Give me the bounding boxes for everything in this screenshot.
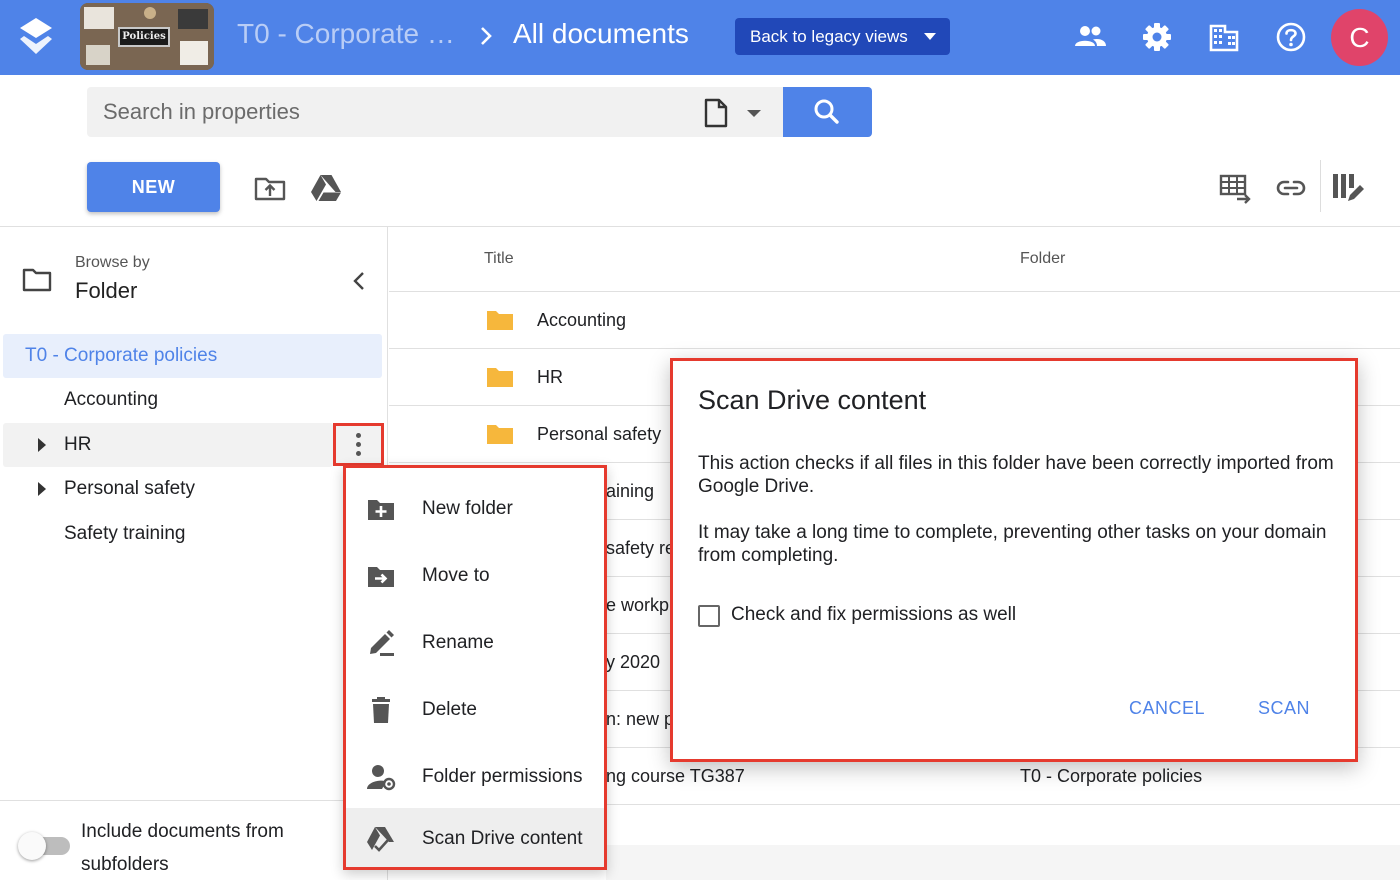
row-title[interactable]: safety re (606, 538, 675, 559)
row-title[interactable]: ng course TG387 (606, 766, 745, 787)
row-title[interactable]: HR (537, 367, 563, 388)
drive-scan-icon (367, 827, 394, 852)
column-header-title[interactable]: Title (484, 250, 514, 268)
sidebar-footer-line (0, 800, 343, 801)
sidebar-item-label: HR (64, 434, 92, 455)
row-title[interactable]: n: new p (606, 709, 674, 730)
more-vert-icon (356, 433, 361, 438)
document-icon[interactable] (703, 98, 729, 128)
scan-drive-dialog: Scan Drive content This action checks if… (670, 358, 1358, 762)
dialog-paragraph-1: This action checks if all files in this … (698, 453, 1334, 497)
user-avatar[interactable]: C (1331, 9, 1388, 66)
column-header-folder[interactable]: Folder (1020, 250, 1065, 268)
search-button[interactable] (783, 87, 872, 137)
more-options-button[interactable] (333, 423, 384, 466)
row-title[interactable]: Accounting (537, 310, 626, 331)
help-icon[interactable] (1274, 20, 1308, 54)
page-title: All documents (513, 18, 689, 49)
sidebar-item-accounting[interactable]: Accounting (3, 378, 382, 422)
link-icon[interactable] (1274, 171, 1308, 205)
people-icon[interactable] (1073, 20, 1107, 54)
menu-item-label: Folder permissions (422, 766, 583, 787)
menu-item-folder-permissions[interactable]: Folder permissions (346, 746, 604, 808)
trash-icon (372, 697, 390, 723)
new-button[interactable]: NEW (87, 162, 220, 212)
menu-item-delete[interactable]: Delete (346, 679, 604, 741)
table-export-icon[interactable] (1219, 171, 1253, 205)
dialog-title: Scan Drive content (698, 385, 927, 415)
menu-item-label: New folder (422, 498, 513, 519)
person-permissions-icon (367, 765, 396, 791)
dialog-paragraph-2: It may take a long time to complete, pre… (698, 522, 1327, 566)
folder-move-icon (368, 567, 394, 587)
sidebar-item-hr[interactable]: HR (3, 423, 333, 467)
menu-item-label: Scan Drive content (422, 828, 583, 849)
menu-item-new-folder[interactable]: New folder (346, 478, 604, 540)
fix-permissions-label[interactable]: Check and fix permissions as well (731, 604, 1016, 626)
toolbar-divider (1320, 160, 1321, 212)
search-box (87, 87, 783, 137)
row-divider (389, 348, 1400, 349)
row-title[interactable]: Personal safety (537, 424, 661, 445)
site-title[interactable]: T0 - Corporate policies (237, 18, 457, 50)
folder-icon (487, 425, 513, 444)
building-icon[interactable] (1207, 20, 1241, 54)
top-bar: Policies T0 - Corporate policies All doc… (0, 0, 1400, 75)
table-footer (606, 845, 1400, 880)
sidebar-item-label: Personal safety (64, 478, 195, 499)
row-title[interactable]: e workpl (606, 595, 673, 616)
doc-type-dropdown-icon[interactable] (747, 110, 761, 117)
menu-item-label: Rename (422, 632, 494, 653)
search-input[interactable] (103, 87, 683, 137)
column-edit-icon[interactable] (1331, 171, 1365, 205)
menu-item-label: Delete (422, 699, 477, 720)
sidebar-item-safety-training[interactable]: Safety training (3, 512, 333, 556)
header-divider (389, 291, 1400, 292)
browse-by-value[interactable]: Folder (75, 278, 137, 304)
gear-icon[interactable] (1140, 20, 1174, 54)
legacy-button-label: Back to legacy views (750, 26, 908, 46)
folder-add-icon (368, 500, 394, 520)
sidebar-item-label: Safety training (64, 523, 186, 544)
fix-permissions-checkbox[interactable] (698, 605, 720, 627)
chevron-left-icon[interactable] (350, 269, 368, 293)
thumbnail-label: Policies (118, 27, 170, 47)
folder-upload-icon[interactable] (253, 171, 287, 205)
cancel-button[interactable]: CANCEL (1129, 698, 1205, 719)
menu-item-label: Move to (422, 565, 490, 586)
search-icon (814, 99, 839, 124)
site-thumbnail[interactable]: Policies (80, 3, 214, 70)
row-divider (606, 804, 1400, 805)
app-logo-icon[interactable] (18, 16, 54, 56)
toggle-knob[interactable] (18, 832, 46, 860)
row-folder[interactable]: T0 - Corporate policies (1020, 766, 1202, 787)
row-title[interactable]: aining (606, 481, 654, 502)
folder-icon (487, 311, 513, 330)
caret-down-icon (924, 33, 936, 40)
menu-item-rename[interactable]: Rename (346, 612, 604, 674)
sidebar-item-personal-safety[interactable]: Personal safety (3, 467, 333, 511)
browse-by-label: Browse by (75, 254, 150, 271)
folder-outline-icon (22, 268, 52, 292)
sidebar-item-label: Accounting (64, 389, 159, 410)
back-to-legacy-views-button[interactable]: Back to legacy views (735, 18, 950, 55)
folder-context-menu: New folder Move to Rename Delete Folder … (343, 465, 607, 870)
folder-icon (487, 368, 513, 387)
pencil-icon (370, 630, 394, 656)
sidebar-item-corporate-policies[interactable]: T0 - Corporate policies (3, 334, 382, 378)
expand-arrow-icon[interactable] (38, 438, 46, 452)
sidebar-item-label: T0 - Corporate policies (25, 345, 218, 366)
menu-item-move-to[interactable]: Move to (346, 545, 604, 607)
menu-item-scan-drive-content[interactable]: Scan Drive content (346, 808, 604, 867)
google-drive-icon[interactable] (309, 171, 343, 205)
scan-button[interactable]: SCAN (1258, 698, 1310, 719)
expand-arrow-icon[interactable] (38, 482, 46, 496)
include-subfolders-label: Include documents from subfolders (81, 821, 284, 875)
row-title[interactable]: y 2020 (606, 652, 660, 673)
chevron-right-icon (481, 27, 492, 45)
